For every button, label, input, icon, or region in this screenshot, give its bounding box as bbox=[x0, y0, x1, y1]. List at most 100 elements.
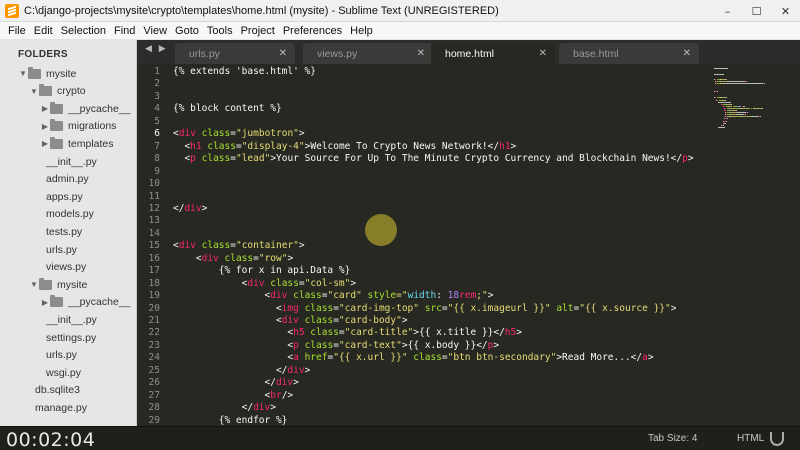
code-token: > bbox=[401, 315, 408, 326]
close-button[interactable]: ✕ bbox=[771, 0, 800, 22]
tab-label: base.html bbox=[573, 47, 619, 60]
maximize-button[interactable]: ☐ bbox=[742, 0, 771, 22]
sidebar-file[interactable]: urls.py bbox=[0, 347, 77, 364]
line-number: 3 bbox=[154, 90, 160, 102]
tab-base-html[interactable]: base.html ✕ bbox=[559, 43, 699, 64]
code-token: src bbox=[424, 302, 442, 314]
code-line[interactable]: {% for x in api.Data %} bbox=[173, 265, 351, 277]
sidebar-file[interactable]: wsgi.py bbox=[0, 364, 81, 381]
code-line[interactable]: <div class="col-sm"> bbox=[173, 278, 356, 290]
sidebar-folder[interactable]: ▶ templates bbox=[0, 135, 114, 152]
sidebar-folder[interactable]: ▼ mysite bbox=[0, 65, 76, 82]
code-line[interactable]: {% block content %} bbox=[173, 103, 282, 115]
menu-preferences[interactable]: Preferences bbox=[279, 25, 346, 37]
tab-label: home.html bbox=[445, 47, 495, 60]
menu-find[interactable]: Find bbox=[110, 25, 139, 37]
tree-item-label: apps.py bbox=[46, 190, 83, 203]
menu-project[interactable]: Project bbox=[237, 25, 279, 37]
code-token: < bbox=[173, 290, 271, 302]
code-token: div bbox=[247, 277, 265, 289]
close-icon[interactable]: ✕ bbox=[683, 48, 691, 59]
sidebar-file[interactable]: settings.py bbox=[0, 329, 96, 346]
tab-views-py[interactable]: views.py ✕ bbox=[303, 43, 433, 64]
close-icon[interactable]: ✕ bbox=[539, 48, 547, 59]
sidebar-file[interactable]: __init__.py bbox=[0, 153, 97, 170]
chevron-right-icon[interactable]: ▶ bbox=[40, 298, 50, 307]
code-line[interactable]: {% endfor %} bbox=[173, 415, 288, 426]
minimap-stroke bbox=[753, 107, 762, 109]
menu-edit[interactable]: Edit bbox=[30, 25, 57, 37]
sidebar-folder[interactable]: ▶ __pycache__ bbox=[0, 294, 130, 311]
code-line[interactable]: <div class="jumbotron"> bbox=[173, 128, 305, 140]
minimize-button[interactable]: – bbox=[713, 0, 742, 22]
code-line[interactable]: </div> bbox=[173, 377, 299, 389]
menu-selection[interactable]: Selection bbox=[57, 25, 110, 37]
code-token: class bbox=[293, 290, 322, 302]
syntax-indicator[interactable]: HTML bbox=[737, 433, 764, 444]
code-line[interactable]: <h5 class="card-title">{{ x.title }}</h5… bbox=[173, 327, 522, 339]
minimap-stroke bbox=[726, 80, 746, 82]
minimap-stroke bbox=[729, 107, 738, 109]
tab-nav-arrows[interactable]: ◀ ▶ bbox=[145, 44, 168, 54]
tab-home-html[interactable]: home.html ✕ bbox=[431, 43, 555, 64]
sidebar-file[interactable]: __init__.py bbox=[0, 311, 97, 328]
menu-tools[interactable]: Tools bbox=[203, 25, 237, 37]
line-number: 16 bbox=[148, 252, 160, 264]
code-token: class bbox=[224, 252, 254, 264]
code-line[interactable]: <div class="card" style="width: 18rem;"> bbox=[173, 290, 494, 302]
code-line[interactable]: <div class="card-body"> bbox=[173, 315, 408, 327]
sidebar-file[interactable]: models.py bbox=[0, 206, 94, 223]
menu-help[interactable]: Help bbox=[346, 25, 377, 37]
tab-size-indicator[interactable]: Tab Size: 4 bbox=[648, 433, 697, 444]
tab-label: views.py bbox=[317, 47, 358, 60]
code-line[interactable]: </div> bbox=[173, 203, 207, 215]
menu-view[interactable]: View bbox=[139, 25, 171, 37]
code-line[interactable]: <div class="row"> bbox=[173, 253, 293, 265]
sidebar-folder[interactable]: ▶ migrations bbox=[0, 118, 116, 135]
minimap-stroke bbox=[744, 114, 746, 116]
sidebar-file[interactable]: db.sqlite3 bbox=[0, 382, 80, 399]
chevron-down-icon[interactable]: ▼ bbox=[29, 87, 39, 96]
sidebar-file[interactable]: views.py bbox=[0, 259, 86, 276]
code-token: > bbox=[687, 153, 694, 165]
minimap-stroke bbox=[714, 68, 728, 69]
sidebar-file[interactable]: tests.py bbox=[0, 223, 82, 240]
code-line[interactable]: <h1 class="display-4">Welcome To Crypto … bbox=[173, 141, 516, 153]
code-token: </ bbox=[173, 402, 254, 414]
sidebar-file[interactable]: admin.py bbox=[0, 171, 89, 188]
code-token: >{{ x.body }}</ bbox=[401, 339, 488, 351]
sidebar-folder[interactable]: ▶ __pycache__ bbox=[0, 100, 130, 117]
code-line[interactable]: <br/> bbox=[173, 390, 294, 402]
minimap[interactable] bbox=[710, 64, 800, 426]
chevron-down-icon[interactable]: ▼ bbox=[18, 69, 28, 78]
sidebar-folder[interactable]: ▼ crypto bbox=[0, 83, 86, 100]
code-line[interactable]: </div> bbox=[173, 365, 310, 377]
chevron-down-icon[interactable]: ▼ bbox=[29, 280, 39, 289]
code-token: div bbox=[178, 240, 196, 252]
chevron-right-icon[interactable]: ▶ bbox=[40, 139, 50, 148]
tab-urls-py[interactable]: urls.py ✕ bbox=[175, 43, 295, 64]
code-line[interactable]: <div class="container"> bbox=[173, 240, 305, 252]
chevron-right-icon[interactable]: ▶ bbox=[40, 104, 50, 113]
code-editor[interactable]: 1 2 3 4 5 6 7 8 9 10 11 12 13 14 15 16 17 18 19 20 21 22 23 24 2… bbox=[137, 64, 710, 426]
code-token: >{{ x.title }}</ bbox=[413, 327, 505, 339]
sidebar-folder[interactable]: ▼ mysite bbox=[0, 276, 87, 293]
code-line[interactable]: <p class="lead">Your Source For Up To Th… bbox=[173, 153, 694, 165]
code-token: > bbox=[304, 364, 311, 376]
code-line[interactable]: {% extends 'base.html' %} bbox=[173, 66, 316, 78]
menu-file[interactable]: File bbox=[4, 25, 30, 37]
chevron-right-icon[interactable]: ▶ bbox=[40, 122, 50, 131]
code-line[interactable]: <a href="{{ x.url }}" class="btn btn-sec… bbox=[173, 352, 653, 364]
code-line[interactable]: <img class="card-img-top" src="{{ x.imag… bbox=[173, 302, 677, 315]
close-icon[interactable]: ✕ bbox=[279, 48, 287, 59]
sidebar-file[interactable]: manage.py bbox=[0, 399, 87, 416]
sidebar-file[interactable]: apps.py bbox=[0, 188, 83, 205]
code-line[interactable]: </div> bbox=[173, 402, 276, 414]
sidebar-file[interactable]: urls.py bbox=[0, 241, 77, 258]
minimap-stroke bbox=[759, 116, 761, 118]
menu-goto[interactable]: Goto bbox=[171, 25, 203, 37]
code-line[interactable]: <p class="card-text">{{ x.body }}</p> bbox=[173, 340, 499, 352]
code-area[interactable]: {% extends 'base.html' %} {% block conten… bbox=[173, 64, 710, 426]
close-icon[interactable]: ✕ bbox=[417, 48, 425, 59]
line-number: 11 bbox=[148, 190, 160, 202]
